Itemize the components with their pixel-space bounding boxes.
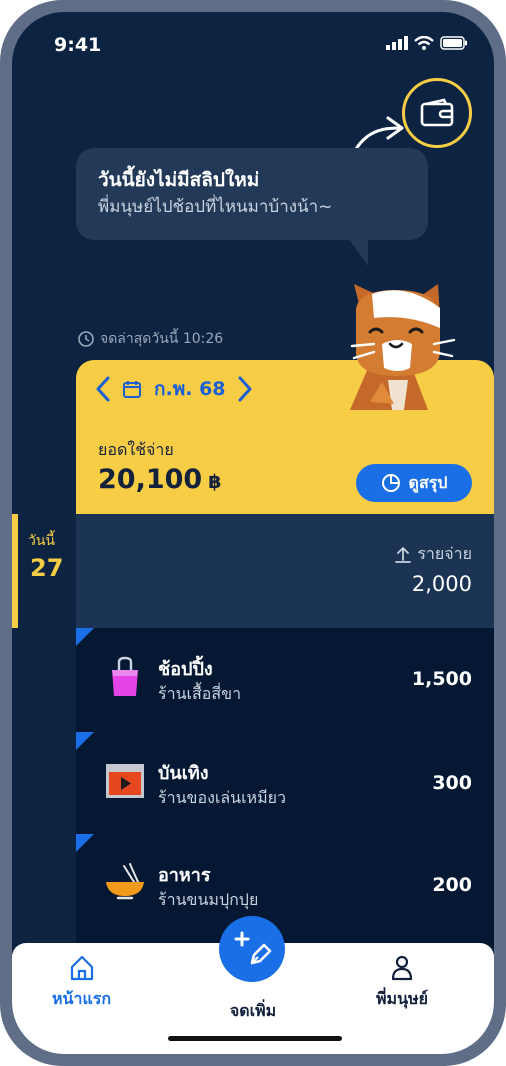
nav-add[interactable]: จดเพิ่ม	[218, 999, 288, 1024]
transaction-amount: 1,500	[411, 668, 472, 690]
transaction-title: ช้อปปิ้ง	[158, 659, 213, 680]
upload-arrow-icon	[395, 546, 412, 563]
transaction-subtitle: ร้านเสื้อสี่ขา	[158, 684, 242, 703]
transaction-amount: 300	[432, 772, 472, 794]
expense-total: 2,000	[411, 572, 472, 596]
calendar-icon	[123, 381, 141, 398]
transaction-list: ช้อปปิ้ง ร้านเสื้อสี่ขา 1,500 บันเทิง ร้…	[76, 628, 494, 948]
list-item[interactable]: ช้อปปิ้ง ร้านเสื้อสี่ขา 1,500	[76, 628, 494, 728]
cellular-signal-icon	[386, 36, 408, 50]
spend-amount: 20,100 ฿	[98, 464, 221, 495]
today-indicator	[12, 514, 18, 628]
clock-icon	[78, 331, 94, 347]
currency-symbol: ฿	[208, 471, 222, 493]
user-icon	[391, 955, 413, 981]
chevron-right-icon[interactable]	[238, 376, 252, 402]
last-recorded-text: จดล่าสุดวันนี้ 10:26	[100, 331, 224, 347]
speech-bubble: วันนี้ยังไม่มีสลิปใหม่ พี่มนุษย์ไปช้อปที…	[76, 148, 428, 240]
daily-expense-row: รายจ่าย 2,000	[76, 514, 494, 628]
pie-chart-icon	[381, 474, 400, 492]
expense-label: รายจ่าย	[395, 542, 472, 567]
chevron-left-icon[interactable]	[96, 376, 110, 402]
corner-flag	[76, 732, 94, 750]
nav-add-label: จดเพิ่ม	[229, 1001, 277, 1020]
wifi-icon	[414, 36, 434, 50]
list-item[interactable]: อาหาร ร้านขนมปุกปุย 200	[76, 834, 494, 934]
transaction-subtitle: ร้านของเล่นเหมียว	[158, 788, 287, 807]
nav-profile[interactable]: พี่มนุษย์	[376, 955, 428, 1012]
last-recorded: จดล่าสุดวันนี้ 10:26	[78, 328, 223, 350]
corner-flag	[76, 834, 94, 852]
bubble-title: วันนี้ยังไม่มีสลิปใหม่	[98, 169, 260, 191]
add-pen-icon	[234, 931, 272, 965]
transaction-title: บันเทิง	[158, 763, 209, 784]
wallet-button[interactable]	[402, 78, 472, 148]
nav-profile-label: พี่มนุษย์	[376, 989, 428, 1008]
bubble-subtitle: พี่มนุษย์ไปช้อปที่ไหนมาบ้างน้า~	[98, 197, 333, 217]
battery-icon	[440, 36, 467, 50]
day-number: 27	[30, 554, 64, 582]
status-icons	[386, 36, 468, 50]
nav-home-label: หน้าแรก	[52, 989, 112, 1008]
shopping-bag-icon	[112, 656, 138, 696]
app-screen: 9:41 วันนี้ยังไม่มีสลิปใหม่ พี่มนุษย์ไปช…	[12, 12, 494, 1054]
corner-flag	[76, 628, 94, 646]
month-navigator: ก.พ. 68	[96, 374, 252, 404]
day-label: วันนี้	[28, 533, 56, 549]
view-summary-button[interactable]: ดูสรุป	[356, 464, 472, 502]
video-play-icon	[106, 764, 144, 798]
wallet-icon	[420, 98, 454, 127]
add-entry-button[interactable]	[219, 916, 285, 982]
nav-home[interactable]: หน้าแรก	[52, 955, 111, 1012]
transaction-amount: 200	[432, 874, 472, 896]
list-item[interactable]: บันเทิง ร้านของเล่นเหมียว 300	[76, 732, 494, 832]
bubble-tail	[348, 238, 368, 266]
expense-label-text: รายจ่าย	[417, 544, 472, 563]
month-label[interactable]: ก.พ. 68	[154, 374, 226, 404]
home-indicator	[168, 1036, 342, 1041]
status-time: 9:41	[54, 34, 102, 56]
spend-amount-value: 20,100	[98, 464, 203, 495]
transaction-subtitle: ร้านขนมปุกปุย	[158, 890, 259, 909]
view-summary-label: ดูสรุป	[408, 472, 448, 492]
home-icon	[70, 955, 93, 981]
transaction-title: อาหาร	[158, 865, 211, 886]
food-bowl-icon	[106, 863, 144, 900]
cat-mascot-icon	[350, 284, 456, 410]
spend-label: ยอดใช้จ่าย	[98, 440, 174, 459]
phone-frame: 9:41 วันนี้ยังไม่มีสลิปใหม่ พี่มนุษย์ไปช…	[0, 0, 506, 1066]
